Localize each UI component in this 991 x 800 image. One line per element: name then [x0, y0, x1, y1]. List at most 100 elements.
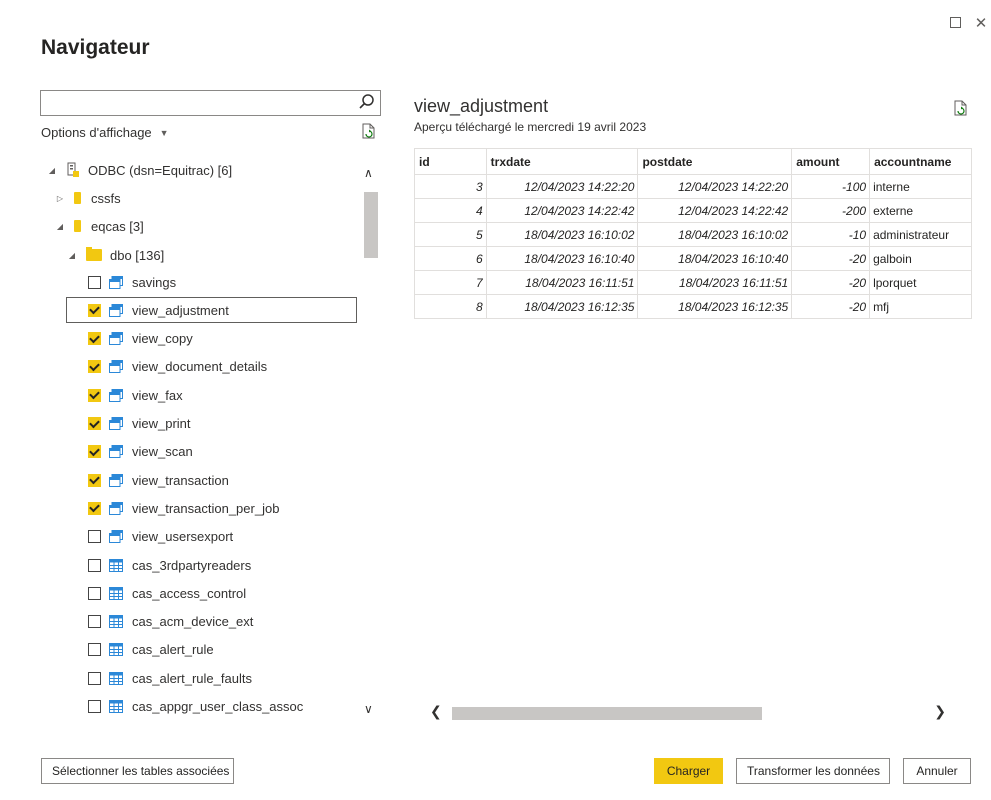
- tree-item-label: view_document_details: [132, 359, 268, 375]
- table-row: 5 18/04/2023 16:10:02 18/04/2023 16:10:02-…: [414, 222, 972, 247]
- tree-item-cas-3rdpartyreaders[interactable]: cas_3rdpartyreaders: [40, 552, 360, 578]
- tree-scrollbar[interactable]: ∧ ∨: [362, 156, 380, 726]
- display-options-label: Options d'affichage: [41, 125, 152, 140]
- table-cell[interactable]: galboin: [869, 246, 972, 271]
- load-button[interactable]: Charger: [654, 758, 723, 784]
- checkbox[interactable]: [88, 671, 101, 685]
- table-cell[interactable]: -100: [791, 174, 871, 199]
- checkbox[interactable]: [88, 530, 101, 544]
- collapse-icon[interactable]: ◢: [46, 166, 58, 175]
- tree-item-view-transaction-per-job[interactable]: view_transaction_per_job: [40, 495, 360, 521]
- table-cell[interactable]: 18/04/2023 16:11:51: [485, 270, 639, 295]
- tree-label: cssfs: [91, 190, 121, 206]
- refresh-icon[interactable]: [362, 123, 376, 139]
- tree-item-view-print[interactable]: view_print: [40, 411, 360, 437]
- cancel-button[interactable]: Annuler: [903, 758, 971, 784]
- tree-item-label: cas_alert_rule_faults: [132, 670, 252, 686]
- collapse-icon[interactable]: ◢: [66, 251, 78, 260]
- table-cell[interactable]: 3: [414, 174, 487, 199]
- table-cell[interactable]: 18/04/2023 16:10:40: [637, 246, 793, 271]
- table-cell[interactable]: 18/04/2023 16:12:35: [485, 294, 639, 319]
- tree-item-view-copy[interactable]: view_copy: [40, 326, 360, 352]
- checkbox[interactable]: [88, 303, 101, 317]
- table-cell[interactable]: 4: [414, 198, 487, 223]
- table-cell[interactable]: 5: [414, 222, 487, 247]
- tree-item-savings[interactable]: savings: [40, 269, 360, 295]
- tree-node-cssfs[interactable]: ▷ cssfs: [40, 185, 360, 211]
- tree-item-cas-alert-rule-faults[interactable]: cas_alert_rule_faults: [40, 665, 360, 691]
- table-cell[interactable]: -10: [791, 222, 871, 247]
- tree-node-odbc[interactable]: ◢ ODBC (dsn=Equitrac) [6]: [40, 157, 360, 183]
- table-cell[interactable]: 12/04/2023 14:22:42: [637, 198, 793, 223]
- table-cell[interactable]: 12/04/2023 14:22:20: [637, 174, 793, 199]
- table-cell[interactable]: 18/04/2023 16:12:35: [637, 294, 793, 319]
- table-cell[interactable]: 18/04/2023 16:10:02: [485, 222, 639, 247]
- expand-icon[interactable]: ▷: [54, 194, 66, 203]
- checkbox[interactable]: [88, 360, 101, 374]
- tree-item-view-adjustment[interactable]: view_adjustment: [66, 297, 357, 324]
- select-related-tables-button[interactable]: Sélectionner les tables associées: [41, 758, 234, 784]
- table-cell[interactable]: interne: [869, 174, 972, 199]
- tree-item-cas-acm-device-ext[interactable]: cas_acm_device_ext: [40, 609, 360, 635]
- checkbox[interactable]: [88, 586, 101, 600]
- tree-item-cas-alert-rule[interactable]: cas_alert_rule: [40, 637, 360, 663]
- table-cell[interactable]: 18/04/2023 16:10:40: [485, 246, 639, 271]
- preview-horizontal-scrollbar[interactable]: ❮ ❯: [414, 704, 972, 724]
- search-input[interactable]: [41, 91, 351, 115]
- checkbox[interactable]: [88, 700, 101, 713]
- column-header[interactable]: trxdate: [485, 148, 639, 175]
- tree-item-view-scan[interactable]: view_scan: [40, 439, 360, 465]
- tree-item-view-fax[interactable]: view_fax: [40, 382, 360, 408]
- display-options-dropdown[interactable]: Options d'affichage ▼: [41, 125, 169, 140]
- table-cell[interactable]: administrateur: [869, 222, 972, 247]
- table-cell[interactable]: 18/04/2023 16:10:02: [637, 222, 793, 247]
- checkbox[interactable]: [88, 615, 101, 629]
- column-header[interactable]: accountname: [869, 148, 972, 175]
- tree-item-view-transaction[interactable]: view_transaction: [40, 467, 360, 493]
- close-icon[interactable]: ✕: [972, 14, 990, 32]
- table-cell[interactable]: 7: [414, 270, 487, 295]
- table-cell[interactable]: -200: [791, 198, 871, 223]
- refresh-icon[interactable]: [954, 100, 968, 116]
- table-cell[interactable]: 6: [414, 246, 487, 271]
- collapse-icon[interactable]: ◢: [54, 222, 66, 231]
- scroll-up-icon[interactable]: ∧: [364, 166, 373, 180]
- checkbox[interactable]: [88, 473, 101, 487]
- column-header[interactable]: id: [414, 148, 487, 175]
- checkbox[interactable]: [88, 445, 101, 459]
- search-icon[interactable]: [358, 93, 376, 111]
- table-cell[interactable]: 18/04/2023 16:11:51: [637, 270, 793, 295]
- scroll-right-icon[interactable]: ❯: [934, 704, 946, 720]
- scrollbar-thumb[interactable]: [364, 192, 378, 258]
- scroll-down-icon[interactable]: ∨: [364, 702, 373, 716]
- scrollbar-thumb[interactable]: [452, 707, 762, 720]
- checkbox[interactable]: [88, 417, 101, 430]
- table-cell[interactable]: -20: [791, 294, 871, 319]
- table-cell[interactable]: lporquet: [869, 270, 972, 295]
- checkbox[interactable]: [88, 643, 101, 657]
- tree-item-cas-access-control[interactable]: cas_access_control: [40, 580, 360, 606]
- table-cell[interactable]: -20: [791, 270, 871, 295]
- transform-data-button[interactable]: Transformer les données: [736, 758, 890, 784]
- maximize-icon[interactable]: [946, 14, 964, 32]
- table-cell[interactable]: externe: [869, 198, 972, 223]
- checkbox[interactable]: [88, 275, 101, 289]
- checkbox[interactable]: [88, 501, 101, 515]
- tree-node-eqcas[interactable]: ◢ eqcas [3]: [40, 213, 360, 239]
- checkbox[interactable]: [88, 332, 101, 346]
- view-icon: [109, 501, 123, 515]
- tree-item-cas-appgr-user-class-assoc[interactable]: cas_appgr_user_class_assoc: [40, 694, 360, 720]
- tree-item-view-usersexport[interactable]: view_usersexport: [40, 524, 360, 550]
- checkbox[interactable]: [88, 388, 101, 402]
- table-cell[interactable]: 12/04/2023 14:22:20: [485, 174, 639, 199]
- table-cell[interactable]: mfj: [869, 294, 972, 319]
- table-cell[interactable]: -20: [791, 246, 871, 271]
- table-cell[interactable]: 12/04/2023 14:22:42: [485, 198, 639, 223]
- tree-item-view-document-details[interactable]: view_document_details: [40, 354, 360, 380]
- column-header[interactable]: postdate: [637, 148, 793, 175]
- column-header[interactable]: amount: [791, 148, 871, 175]
- tree-node-dbo[interactable]: ◢ dbo [136]: [40, 242, 360, 268]
- scroll-left-icon[interactable]: ❮: [430, 704, 442, 720]
- table-cell[interactable]: 8: [414, 294, 487, 319]
- checkbox[interactable]: [88, 558, 101, 572]
